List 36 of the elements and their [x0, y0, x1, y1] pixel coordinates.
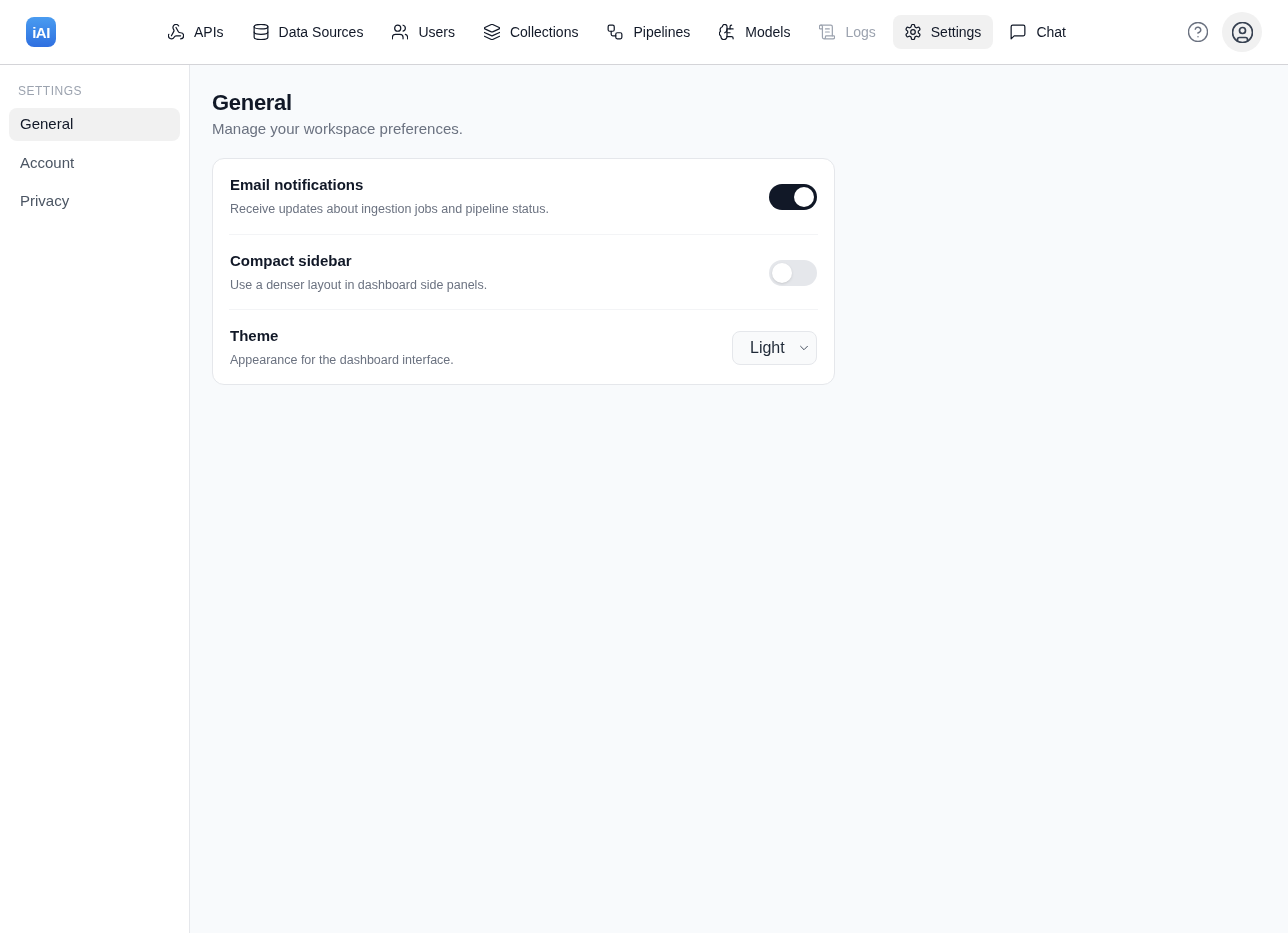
user-icon: [1231, 21, 1253, 43]
workflow-icon: [607, 24, 624, 40]
nav-tab[interactable]: APIs: [156, 15, 236, 49]
toggle-switch[interactable]: [769, 183, 817, 210]
users-icon: [392, 24, 409, 40]
nav-tab[interactable]: Collections: [471, 15, 591, 49]
nav-tab[interactable]: Chat: [998, 15, 1078, 49]
setting-title: Theme: [230, 326, 279, 346]
nav-tab[interactable]: Models: [707, 15, 803, 49]
scroll-icon: [819, 24, 836, 40]
app-logo[interactable]: iAI: [26, 17, 56, 47]
sidebar-item[interactable]: Account: [9, 146, 180, 180]
setting-description: Receive updates about ingestion jobs and pipeline status.: [230, 201, 549, 218]
chat-icon: [1010, 24, 1027, 40]
nav-tab[interactable]: Data Sources: [240, 15, 376, 49]
page-title: General: [212, 89, 292, 117]
database-icon: [252, 24, 269, 40]
webhook-icon: [168, 24, 184, 40]
setting-description: Appearance for the dashboard interface.: [230, 352, 454, 369]
nav-tab[interactable]: Settings: [892, 15, 994, 49]
setting-description: Use a denser layout in dashboard side panels.: [230, 277, 488, 294]
settings-icon: [904, 24, 921, 40]
sidebar-item[interactable]: General: [9, 108, 180, 141]
nav-tab[interactable]: Users: [380, 15, 467, 49]
theme-select[interactable]: Light: [732, 330, 817, 365]
page-subtitle: Manage your workspace preferences.: [212, 119, 463, 139]
nav-tab[interactable]: Pipelines: [595, 15, 703, 49]
profile-button[interactable]: [1222, 12, 1262, 52]
setting-title: Email notifications: [230, 175, 364, 195]
layers-icon: [483, 24, 500, 40]
toggle-switch[interactable]: [769, 259, 817, 286]
sidebar-item[interactable]: Privacy: [9, 185, 180, 218]
brain-icon: [719, 24, 736, 40]
help-icon[interactable]: [1188, 22, 1208, 42]
setting-title: Compact sidebar: [230, 251, 352, 271]
sidebar-heading: SETTINGS: [17, 83, 83, 99]
